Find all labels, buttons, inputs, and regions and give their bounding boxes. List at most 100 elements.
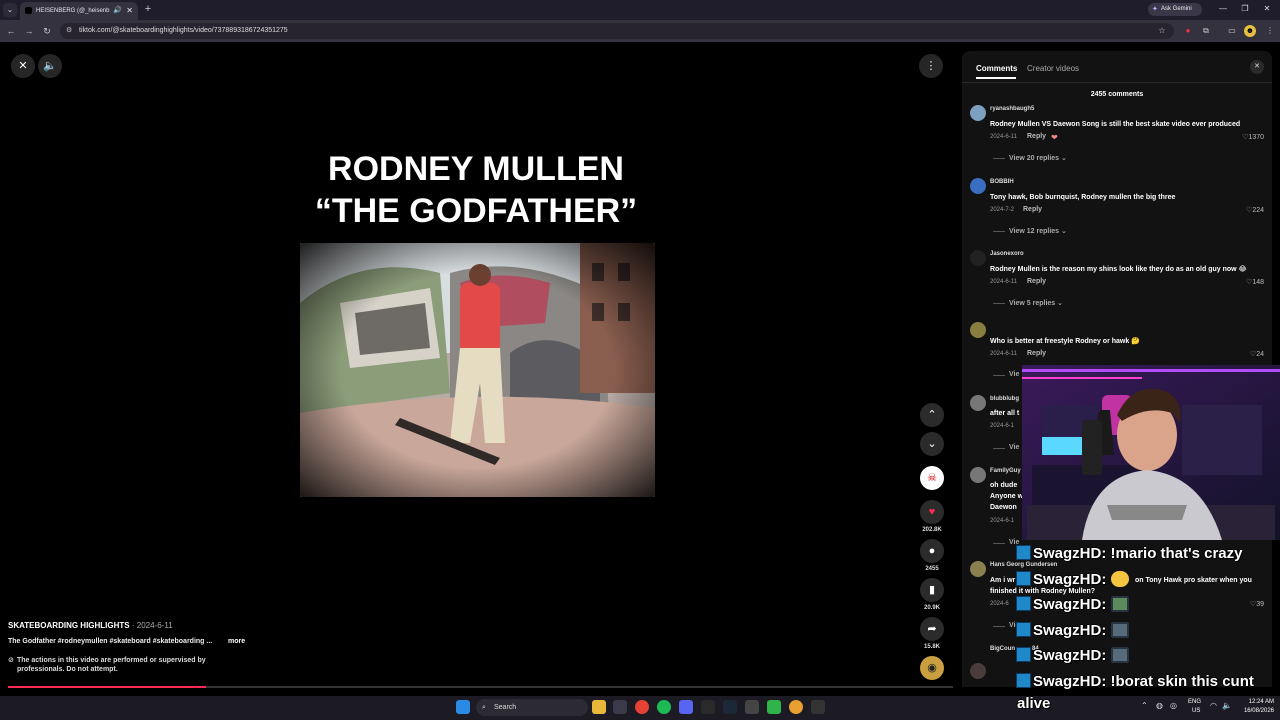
- close-window-button[interactable]: ✕: [1256, 2, 1278, 16]
- clock-date[interactable]: 16/08/2026: [1240, 708, 1274, 714]
- comment-text: after all t: [990, 410, 1020, 417]
- comment-username[interactable]: Hans Georg Gundersen: [990, 562, 1057, 568]
- comment-username[interactable]: blubblubg: [990, 396, 1019, 402]
- view-replies-button[interactable]: Vie: [1009, 444, 1019, 451]
- bookmark-star-icon[interactable]: ☆: [1156, 25, 1168, 37]
- comment-username[interactable]: ryanashbaugh5: [990, 106, 1034, 112]
- avatar[interactable]: [970, 467, 986, 483]
- more-link[interactable]: more: [228, 638, 245, 645]
- extensions-puzzle-icon[interactable]: ⧉: [1200, 25, 1212, 37]
- avatar[interactable]: [970, 322, 986, 338]
- avatar: [970, 663, 986, 679]
- tray-overflow-icon[interactable]: ⌃: [1141, 701, 1148, 710]
- comment-username[interactable]: BigCoun: [990, 646, 1015, 652]
- clock-time[interactable]: 12:24 AM: [1240, 699, 1274, 705]
- comment-icon[interactable]: ●: [920, 539, 944, 563]
- minimize-button[interactable]: —: [1212, 2, 1234, 16]
- chat-message: SwagzHD:: [1016, 622, 1129, 639]
- steam-icon[interactable]: [723, 700, 737, 714]
- more-options-icon[interactable]: ⋮: [919, 54, 943, 78]
- divider: [993, 448, 1005, 449]
- chat-message: SwagzHD:: [1016, 647, 1129, 664]
- comment-likes[interactable]: ♡148: [1224, 278, 1264, 286]
- url-text: tiktok.com/@skateboardinghighlights/vide…: [79, 27, 288, 34]
- ask-gemini-button[interactable]: ✦ Ask Gemini: [1148, 3, 1202, 16]
- avatar[interactable]: [970, 250, 986, 266]
- avatar[interactable]: [970, 561, 986, 577]
- sound-disc-icon[interactable]: ◉: [920, 656, 944, 680]
- reload-button[interactable]: ↻: [40, 24, 54, 38]
- back-button[interactable]: ←: [4, 24, 18, 38]
- tray-app-icon[interactable]: ◍: [1156, 701, 1163, 710]
- chrome-active-icon[interactable]: [789, 700, 803, 714]
- speaker-icon[interactable]: 🔊: [113, 2, 122, 20]
- avatar[interactable]: [970, 395, 986, 411]
- menu-kebab-icon[interactable]: ⋮: [1264, 25, 1276, 37]
- tab-close-icon[interactable]: ✕: [126, 2, 133, 20]
- forward-button[interactable]: →: [22, 24, 36, 38]
- address-bar[interactable]: ⚙ tiktok.com/@skateboardinghighlights/vi…: [60, 23, 1174, 39]
- view-replies-button[interactable]: View 12 replies ⌄: [1009, 227, 1067, 235]
- tab-search-icon[interactable]: ⌄: [3, 3, 17, 17]
- site-info-icon[interactable]: ⚙: [66, 23, 72, 39]
- creator-avatar[interactable]: ☠: [920, 466, 944, 490]
- extension-icon[interactable]: ●: [1182, 25, 1194, 37]
- divider: [993, 375, 1005, 376]
- chrome-icon[interactable]: [635, 700, 649, 714]
- discord-icon[interactable]: [679, 700, 693, 714]
- file-explorer-icon[interactable]: [592, 700, 606, 714]
- comment-username[interactable]: Jasonexoro: [990, 251, 1024, 257]
- app-icon[interactable]: [811, 700, 825, 714]
- warning-icon: ⊘: [8, 657, 14, 664]
- close-video-button[interactable]: ✕: [11, 54, 35, 78]
- avatar[interactable]: [970, 105, 986, 121]
- comment-username[interactable]: BOBBIH: [990, 179, 1014, 185]
- comment-likes[interactable]: ♡39: [1224, 600, 1264, 608]
- wifi-icon[interactable]: ◠: [1210, 701, 1217, 710]
- comment-likes[interactable]: ♡1370: [1224, 133, 1264, 141]
- spotify-icon[interactable]: [657, 700, 671, 714]
- next-video-button[interactable]: ⌄: [920, 432, 944, 456]
- tab-comments[interactable]: Comments: [976, 64, 1017, 73]
- app-icon[interactable]: [767, 700, 781, 714]
- maximize-button[interactable]: ❐: [1234, 2, 1256, 16]
- video-caption: The Godfather #rodneymullen #skateboard …: [8, 638, 213, 645]
- laughing-emote-icon: [1110, 571, 1129, 587]
- comment-text: Tony hawk, Bob burnquist, Rodney mullen …: [990, 194, 1176, 201]
- taskbar-search[interactable]: ⌕ Search: [476, 699, 588, 716]
- volume-tray-icon[interactable]: 🔈: [1222, 701, 1232, 710]
- reply-button[interactable]: Reply: [1027, 278, 1046, 285]
- reply-button[interactable]: Reply: [1023, 206, 1042, 213]
- close-panel-icon[interactable]: ✕: [1250, 60, 1264, 74]
- view-replies-button[interactable]: View 5 replies ⌄: [1009, 299, 1063, 307]
- profile-avatar[interactable]: ☻: [1244, 25, 1256, 37]
- volume-icon[interactable]: 🔈: [38, 54, 62, 78]
- browser-tab[interactable]: HEISENBERG (@_heisenb 🔊 ✕: [20, 2, 138, 20]
- avatar[interactable]: [970, 178, 986, 194]
- channel-name[interactable]: SKATEBOARDING HIGHLIGHTS · 2024-6-11: [8, 621, 173, 630]
- view-replies-button[interactable]: Vie: [1009, 371, 1019, 378]
- comment-username[interactable]: FamilyGuy: [990, 468, 1021, 474]
- cast-icon[interactable]: ▭: [1226, 25, 1238, 37]
- previous-video-button[interactable]: ⌃: [920, 403, 944, 427]
- app-icon[interactable]: [613, 700, 627, 714]
- gemini-icon: ✦: [1152, 6, 1158, 13]
- tab-creator-videos[interactable]: Creator videos: [1027, 64, 1079, 73]
- reply-button[interactable]: Reply: [1027, 133, 1046, 140]
- start-windows-icon[interactable]: [456, 700, 470, 714]
- new-tab-button[interactable]: +: [141, 2, 155, 16]
- chat-message: SwagzHD:: [1016, 596, 1129, 613]
- terminal-icon[interactable]: [701, 700, 715, 714]
- comment-likes[interactable]: ♡24: [1224, 350, 1264, 358]
- reply-button[interactable]: Reply: [1027, 350, 1046, 357]
- chat-badge-icon: [1016, 622, 1031, 637]
- tray-app-icon[interactable]: ◎: [1170, 701, 1177, 710]
- share-icon[interactable]: ➦: [920, 617, 944, 641]
- view-replies-button[interactable]: View 20 replies ⌄: [1009, 154, 1067, 162]
- comment-likes[interactable]: ♡224: [1224, 206, 1264, 214]
- obs-icon[interactable]: [745, 700, 759, 714]
- keyboard-layout[interactable]: US: [1192, 708, 1200, 714]
- bookmark-icon[interactable]: ▮: [920, 578, 944, 602]
- like-heart-icon[interactable]: ♥: [920, 500, 944, 524]
- language-indicator[interactable]: ENG: [1188, 699, 1201, 705]
